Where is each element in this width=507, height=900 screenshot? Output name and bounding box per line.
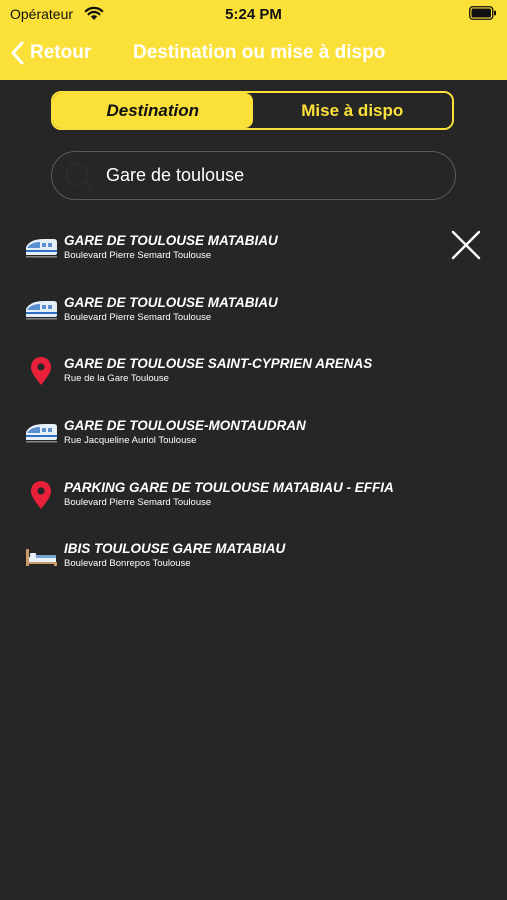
status-bar: Opérateur 5:24 PM (0, 0, 507, 28)
search-icon (65, 162, 94, 190)
location-pin-icon (31, 357, 51, 386)
back-label: Retour (30, 42, 92, 63)
hotel-bed-icon (26, 549, 57, 567)
item-subtitle: Boulevard Pierre Semard Toulouse (64, 250, 212, 261)
results-list: GARE DE TOULOUSE MATABIAU Boulevard Pier… (0, 222, 507, 592)
back-button[interactable]: Retour (10, 38, 91, 68)
list-item[interactable]: IBIS TOULOUSE GARE MATABIAU Boulevard Bo… (0, 530, 507, 592)
item-title: GARE DE TOULOUSE-MONTAUDRAN (64, 418, 306, 434)
nav-bar: Opérateur 5:24 PM Retour Destination ou … (0, 0, 507, 80)
mode-segmented-control: Destination Mise à dispo (51, 91, 454, 130)
search-field[interactable] (51, 151, 456, 200)
train-icon (26, 300, 57, 320)
status-time: 5:24 PM (225, 6, 282, 23)
item-title: GARE DE TOULOUSE MATABIAU (64, 233, 278, 248)
battery-icon (469, 6, 496, 20)
search-input[interactable] (104, 164, 408, 187)
item-title: PARKING GARE DE TOULOUSE MATABIAU - EFFI… (64, 479, 394, 495)
location-pin-icon (31, 480, 51, 509)
train-icon (26, 239, 57, 258)
list-item[interactable]: GARE DE TOULOUSE SAINT-CYPRIEN ARENAS Ru… (0, 345, 507, 407)
item-subtitle: Rue de la Gare Toulouse (64, 373, 169, 385)
tab-mise-a-dispo[interactable]: Mise à dispo (252, 93, 452, 128)
item-title: GARE DE TOULOUSE MATABIAU (64, 294, 278, 310)
item-subtitle: Rue Jacqueline Auriol Toulouse (64, 435, 197, 447)
tab-destination[interactable]: Destination (53, 93, 253, 128)
item-title: IBIS TOULOUSE GARE MATABIAU (64, 541, 286, 557)
page-title: Destination ou mise à dispo (133, 42, 386, 63)
list-item[interactable]: GARE DE TOULOUSE MATABIAU Boulevard Pier… (0, 222, 507, 284)
train-icon (26, 424, 57, 443)
item-title: GARE DE TOULOUSE SAINT-CYPRIEN ARENAS (64, 356, 373, 372)
list-item[interactable]: GARE DE TOULOUSE MATABIAU Boulevard Pier… (0, 284, 507, 346)
list-item[interactable]: PARKING GARE DE TOULOUSE MATABIAU - EFFI… (0, 469, 507, 531)
list-item[interactable]: GARE DE TOULOUSE-MONTAUDRAN Rue Jacqueli… (0, 407, 507, 469)
chevron-left-icon (11, 41, 24, 65)
item-subtitle: Boulevard Pierre Semard Toulouse (64, 311, 212, 323)
item-subtitle: Boulevard Pierre Semard Toulouse (64, 496, 212, 508)
item-subtitle: Boulevard Bonrepos Toulouse (64, 558, 191, 570)
